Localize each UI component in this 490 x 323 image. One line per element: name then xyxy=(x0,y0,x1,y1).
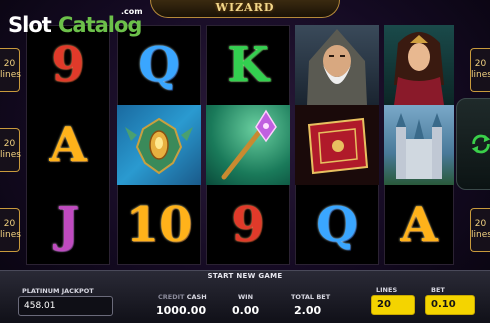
wizard-symbol xyxy=(295,25,379,105)
line-count: 20 xyxy=(3,219,16,229)
line-word: lines xyxy=(0,150,21,160)
spin-button[interactable] xyxy=(456,98,490,190)
line-word: lines xyxy=(0,70,21,80)
bet-selector[interactable]: 0.10 xyxy=(425,295,475,315)
magic-staff-symbol xyxy=(206,105,290,185)
line-count: 20 xyxy=(3,139,16,149)
line-marker-right-2: 20 lines xyxy=(470,208,490,252)
magic-staff-icon xyxy=(221,109,277,180)
line-word: lines xyxy=(471,70,490,80)
game-title: WIZARD xyxy=(215,1,275,14)
sorceress-symbol xyxy=(384,25,454,105)
reel-2: Q 10 xyxy=(117,25,201,265)
reel-symbol-queen: Q xyxy=(316,197,358,253)
spellbook-symbol xyxy=(295,105,379,185)
line-marker-left-2: 20 lines xyxy=(0,128,21,172)
reel-symbol-ace: A xyxy=(400,197,438,253)
jackpot-label: PLATINUM JACKPOT xyxy=(22,287,94,295)
lines-selector[interactable]: 20 xyxy=(371,295,415,315)
jackpot-value-field: 458.01 xyxy=(18,296,113,316)
reel-5: A xyxy=(384,25,454,265)
spellbook-icon xyxy=(307,117,369,175)
line-count: 20 xyxy=(3,59,16,69)
reel-1: 9 A J xyxy=(26,25,110,265)
wizard-icon xyxy=(307,29,367,105)
spin-arrows-icon xyxy=(471,134,490,154)
reel-symbol-king: K xyxy=(227,37,269,93)
beetle-symbol xyxy=(117,105,201,185)
status-message: START NEW GAME xyxy=(207,272,283,280)
reel-3: K 9 xyxy=(206,25,290,265)
credit-value: 1000.00 xyxy=(156,304,207,317)
line-marker-left-1: 20 lines xyxy=(0,48,21,92)
bet-label: BET xyxy=(431,286,445,294)
line-count: 20 xyxy=(474,59,487,69)
slotcatalog-watermark: .com Slot Catalog xyxy=(8,7,143,37)
castle-icon xyxy=(396,113,442,179)
reel-symbol-ten: 10 xyxy=(125,197,193,253)
game-title-banner: WIZARD xyxy=(150,0,340,18)
line-word: lines xyxy=(0,230,21,240)
win-value: 0.00 xyxy=(232,304,260,317)
total-bet-value: 2.00 xyxy=(294,304,322,317)
slot-game-screen: { "header": { "title": "WIZARD" }, "wate… xyxy=(0,0,490,323)
line-word: lines xyxy=(471,230,490,240)
line-count: 20 xyxy=(474,219,487,229)
credit-label: CREDIT CASH xyxy=(158,293,207,301)
reel-symbol-nine: 9 xyxy=(231,197,265,253)
line-marker-right-1: 20 lines xyxy=(470,48,490,92)
sorceress-icon xyxy=(394,32,444,105)
castle-symbol xyxy=(384,105,454,185)
reel-symbol-ace: A xyxy=(49,117,87,173)
beetle-icon xyxy=(125,117,193,175)
total-bet-label: TOTAL BET xyxy=(291,293,331,301)
line-marker-left-3: 20 lines xyxy=(0,208,21,252)
reel-4: Q xyxy=(295,25,379,265)
win-label: WIN xyxy=(238,293,254,301)
lines-label: LINES xyxy=(376,286,398,294)
reel-symbol-jack: J xyxy=(56,197,80,253)
